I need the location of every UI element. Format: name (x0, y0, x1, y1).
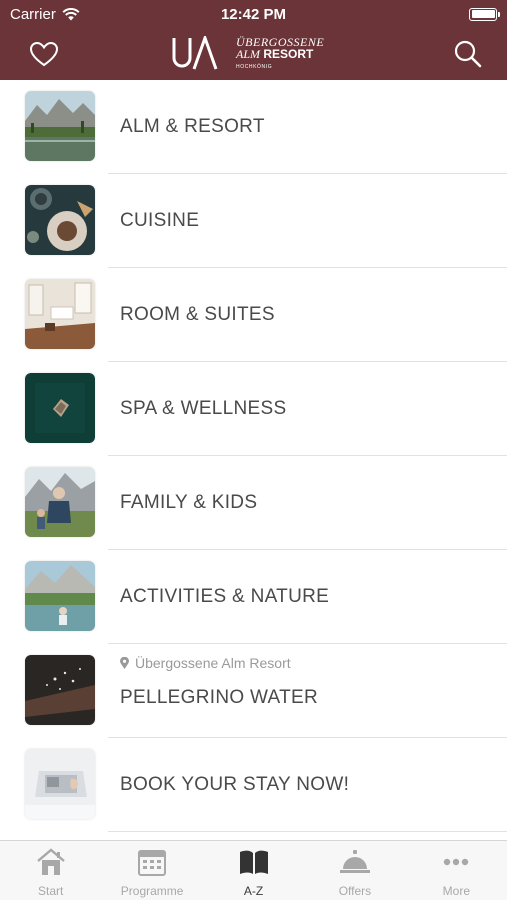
list-item-pellegrino-water[interactable]: Übergossene Alm Resort PELLEGRINO WATER (0, 644, 507, 738)
thumbnail-water-splash (25, 655, 95, 725)
list-item-title: BOOK YOUR STAY NOW! (120, 774, 350, 795)
tab-a-z[interactable]: A-Z (203, 841, 304, 900)
list-item-title: ROOM & SUITES (120, 304, 275, 325)
book-icon (239, 850, 268, 874)
tab-bar: Start Programme A-Z Offers More (0, 840, 507, 900)
service-bell-icon (339, 850, 370, 873)
thumbnail-food-plates (25, 185, 95, 255)
row-divider (108, 831, 507, 832)
tab-label: More (442, 884, 470, 898)
resort-logo: ÜBERGOSSENE ALM RESORT HOCHKÖNIG (170, 34, 340, 74)
heart-icon[interactable] (28, 40, 60, 68)
tab-label: Programme (120, 884, 184, 898)
tab-label: A-Z (243, 884, 264, 898)
wifi-icon (62, 7, 80, 20)
calendar-icon (138, 850, 167, 876)
list-item-title: SPA & WELLNESS (120, 398, 287, 419)
carrier-label: Carrier (10, 5, 56, 23)
list-item-title: CUISINE (120, 210, 200, 231)
tab-label: Offers (338, 884, 372, 898)
tab-offers[interactable]: Offers (304, 841, 405, 900)
thumbnail-mountain-pond (25, 561, 95, 631)
search-icon[interactable] (452, 38, 484, 70)
tab-start[interactable]: Start (0, 841, 101, 900)
list-item-cuisine[interactable]: CUISINE (0, 174, 507, 268)
nav-bar: ÜBERGOSSENE ALM RESORT HOCHKÖNIG (0, 28, 507, 80)
category-list: ALM & RESORT CUISINE ROOM & SUITES SPA &… (0, 80, 507, 840)
tab-more[interactable]: More (406, 841, 507, 900)
battery-icon (469, 7, 500, 21)
list-item-title: ACTIVITIES & NATURE (120, 586, 330, 607)
list-item-family-kids[interactable]: FAMILY & KIDS (0, 456, 507, 550)
list-item-title: ALM & RESORT (120, 116, 265, 137)
thumbnail-family-meadow (25, 467, 95, 537)
list-item-spa-wellness[interactable]: SPA & WELLNESS (0, 362, 507, 456)
list-item-title: FAMILY & KIDS (120, 492, 258, 513)
tab-label: Start (38, 884, 64, 898)
logo-mark (172, 36, 218, 70)
tab-programme[interactable]: Programme (101, 841, 202, 900)
more-dots-icon (444, 858, 469, 866)
list-item-room-suites[interactable]: ROOM & SUITES (0, 268, 507, 362)
thumbnail-laptop-desk (25, 749, 95, 819)
list-item-book-your-stay[interactable]: BOOK YOUR STAY NOW! (0, 738, 507, 832)
logo-line-2-bold: RESORT (263, 47, 314, 61)
logo-line-3: HOCHKÖNIG (236, 64, 273, 70)
list-item-activities-nature[interactable]: ACTIVITIES & NATURE (0, 550, 507, 644)
list-item-title: PELLEGRINO WATER (120, 687, 319, 708)
thumbnail-mountain-lake (25, 91, 95, 161)
list-item-alm-resort[interactable]: ALM & RESORT (0, 80, 507, 174)
logo-line-2-italic: ALM (236, 47, 260, 61)
thumbnail-hotel-room (25, 279, 95, 349)
status-bar: Carrier 12:42 PM (0, 0, 507, 28)
thumbnail-aerial-pool (25, 373, 95, 443)
home-icon (36, 848, 65, 875)
app-header: Carrier 12:42 PM ÜBERGOSSENE ALM RESORT … (0, 0, 507, 80)
